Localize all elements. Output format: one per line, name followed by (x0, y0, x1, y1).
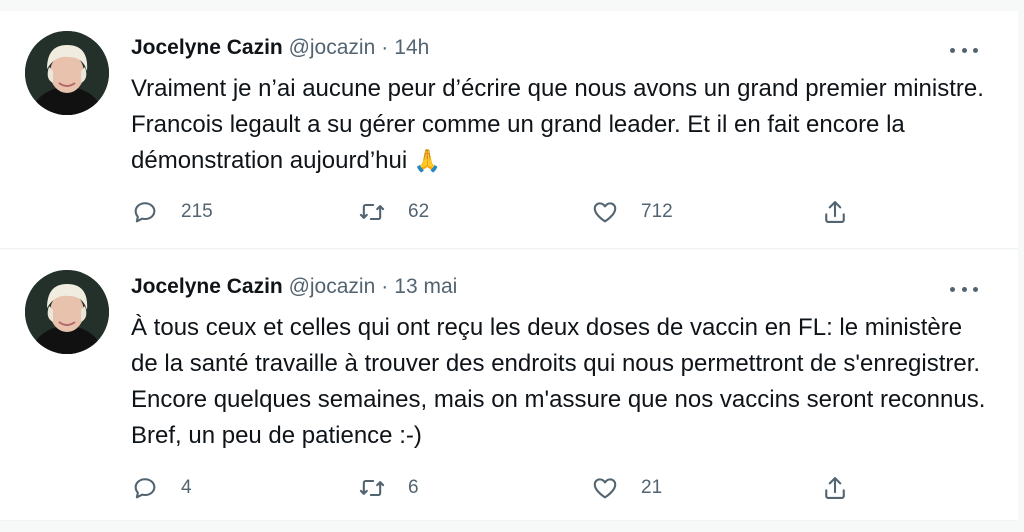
folded-hands-emoji: 🙏 (413, 148, 442, 173)
share-icon (825, 201, 845, 223)
timestamp[interactable]: 13 mai (394, 275, 457, 298)
retweet-button[interactable]: 62 (358, 196, 429, 228)
avatar[interactable] (25, 31, 109, 115)
reply-icon (134, 202, 156, 223)
reply-icon (134, 478, 156, 499)
tweet-feed: Jocelyne Cazin @jocazin · 14h Vraiment je … (0, 0, 1024, 532)
separator: · (381, 36, 389, 59)
reply-button[interactable]: 4 (131, 472, 192, 504)
like-button[interactable]: 21 (591, 472, 662, 504)
separator: · (381, 275, 389, 298)
author-name[interactable]: Jocelyne Cazin (131, 36, 283, 59)
retweet-count: 6 (408, 477, 419, 498)
like-count: 712 (641, 201, 673, 222)
tweet-header: Jocelyne Cazin @jocazin · 14h (131, 33, 429, 63)
retweet-button[interactable]: 6 (358, 472, 419, 504)
tweet-text: Vraiment je n’ai aucune peur d’écrire qu… (131, 71, 991, 179)
reply-count: 4 (181, 477, 192, 498)
reply-button[interactable]: 215 (131, 196, 213, 228)
tweet-actions: 4 6 21 (131, 472, 861, 504)
tweet[interactable]: Jocelyne Cazin @jocazin · 13 mai À tous ce… (0, 250, 1018, 521)
tweet-text-body: Vraiment je n’ai aucune peur d’écrire qu… (131, 75, 984, 174)
retweet-icon (359, 479, 385, 497)
more-icon[interactable] (950, 284, 978, 294)
tweet-text: À tous ceux et celles qui ont reçu les d… (131, 314, 986, 449)
avatar[interactable] (25, 270, 109, 354)
like-button[interactable]: 712 (591, 196, 673, 228)
tweet-header: Jocelyne Cazin @jocazin · 13 mai (131, 272, 457, 302)
tweet[interactable]: Jocelyne Cazin @jocazin · 14h Vraiment je … (0, 11, 1018, 249)
retweet-count: 62 (408, 201, 430, 222)
retweet-icon (359, 203, 385, 221)
share-icon (825, 477, 845, 499)
heart-icon (593, 202, 617, 223)
reply-count: 215 (181, 201, 213, 222)
heart-icon (593, 478, 617, 499)
share-button[interactable] (821, 196, 849, 228)
like-count: 21 (641, 477, 663, 498)
more-icon[interactable] (950, 45, 978, 55)
timestamp[interactable]: 14h (394, 36, 429, 59)
share-button[interactable] (821, 472, 849, 504)
author-handle[interactable]: @jocazin (289, 275, 376, 298)
tweet-actions: 215 62 712 (131, 196, 861, 228)
author-handle[interactable]: @jocazin (289, 36, 376, 59)
author-name[interactable]: Jocelyne Cazin (131, 275, 283, 298)
